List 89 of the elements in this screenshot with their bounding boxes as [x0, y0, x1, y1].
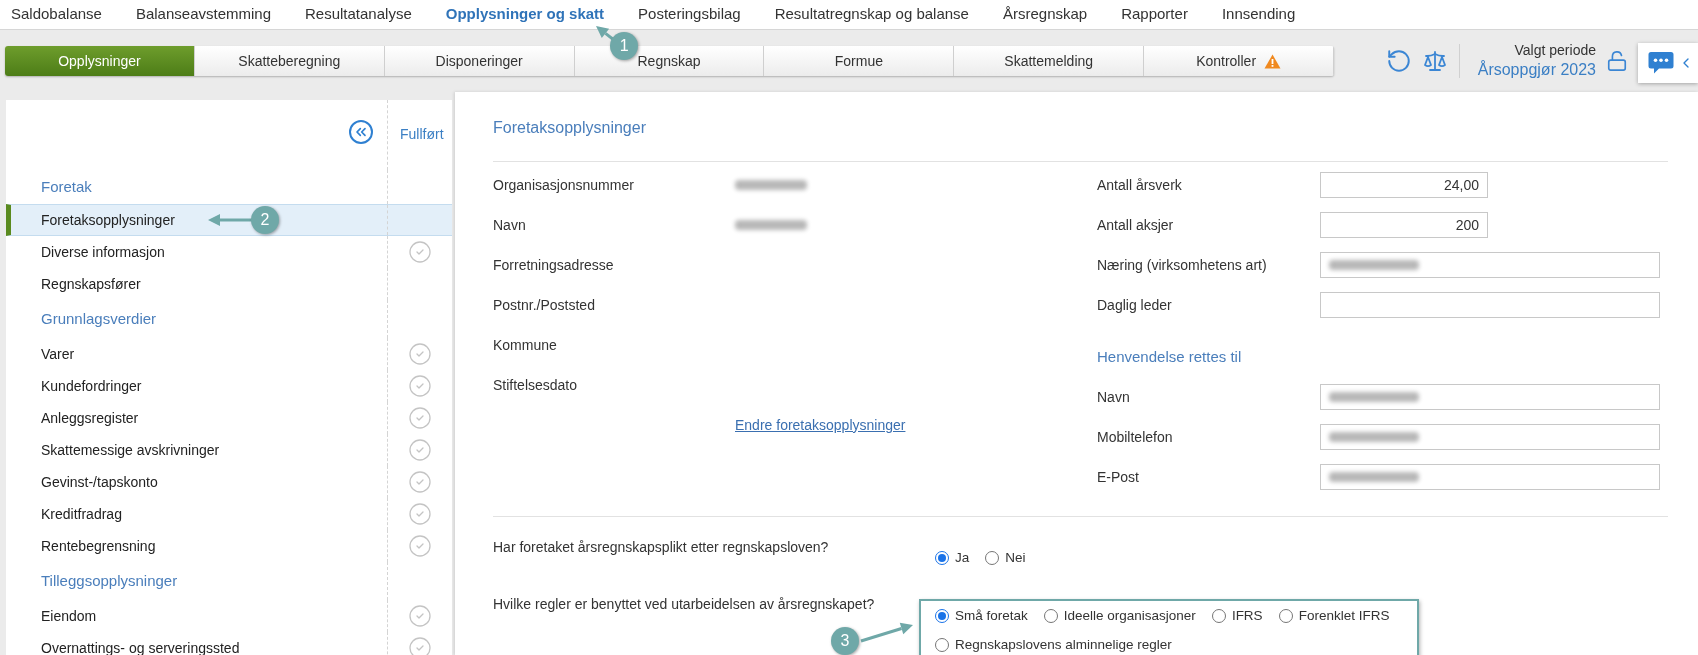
check-circle-icon [408, 502, 432, 526]
input-field[interactable] [1320, 384, 1660, 410]
sidebar-item[interactable]: Kundefordringer [6, 370, 452, 402]
warning-icon [1264, 53, 1282, 69]
input-field[interactable]: 200 [1320, 212, 1488, 238]
chat-panel-tab[interactable] [1638, 43, 1698, 83]
check-circle-icon [408, 534, 432, 558]
check-circle-icon [408, 342, 432, 366]
column-header: Fullført [400, 126, 444, 142]
input-field[interactable] [1320, 464, 1660, 490]
callout-badge: 1 [610, 32, 639, 60]
section-heading: Henvendelse rettes til [1097, 346, 1242, 367]
nav-tab[interactable]: Resultatregnskap og balanse [774, 3, 969, 26]
field-label: Næring (virksomhetens art) [1097, 255, 1268, 275]
sidebar-item[interactable]: Foretaksopplysninger 2 [6, 204, 452, 236]
field-label: Kommune [493, 335, 558, 355]
sidebar-item[interactable]: Gevinst-/tapskonto [6, 466, 452, 498]
unlock-icon[interactable] [1606, 49, 1628, 73]
radio-option[interactable]: Regnskapslovens alminnelige regler [935, 635, 1172, 655]
callout-arrow [596, 26, 615, 42]
sidebar-item[interactable]: Kreditfradrag [6, 498, 452, 530]
input-field[interactable] [1320, 292, 1660, 318]
field-label: Navn [1097, 387, 1131, 407]
sidebar-item[interactable]: Overnattings- og serveringssted [6, 632, 452, 655]
field-label: Postnr./Poststed [493, 295, 596, 315]
nav-tab[interactable]: Saldobalanse [11, 3, 102, 26]
nav-tab[interactable]: Resultatanalyse [305, 3, 412, 26]
check-circle-icon [408, 604, 432, 628]
field-label: Daglig leder [1097, 295, 1173, 315]
nav-tab[interactable]: Posteringsbilag [638, 3, 741, 26]
check-circle-icon [408, 438, 432, 462]
radio-option[interactable]: Forenklet IFRS [1278, 606, 1390, 626]
sidebar-item[interactable]: Varer [6, 338, 452, 370]
field-label: Navn [493, 215, 527, 235]
callout-arrow [860, 622, 913, 643]
nav-tab[interactable]: Balanseavstemming [135, 3, 271, 26]
radio-option[interactable]: Ja [935, 548, 970, 568]
sub-tab[interactable]: Kontroller [1144, 46, 1334, 76]
callout-badge: 2 [251, 206, 279, 234]
input-field[interactable] [1320, 252, 1660, 278]
chat-icon [1648, 51, 1674, 75]
sidebar-item[interactable]: Diverse informasjon [6, 236, 452, 268]
field-label: E-Post [1097, 467, 1140, 487]
check-circle-icon [408, 374, 432, 398]
sidebar-item[interactable]: Eiendom [6, 600, 452, 632]
nav-tab[interactable]: Rapporter [1121, 3, 1188, 26]
edit-link[interactable]: Endre foretaksopplysninger [735, 414, 906, 436]
sub-tab[interactable]: Disponeringer [384, 46, 575, 76]
field-label: Mobiltelefon [1097, 427, 1174, 447]
period-label: Valgt periode [1514, 42, 1596, 60]
nav-tab[interactable]: Opplysninger og skatt [445, 3, 605, 26]
callout-badge: 3 [831, 627, 859, 655]
period-value[interactable]: Årsoppgjør 2023 [1477, 59, 1596, 80]
sub-tab[interactable]: Formue [764, 46, 955, 76]
refresh-icon[interactable] [1386, 48, 1412, 74]
sub-tab[interactable]: Skattemelding [954, 46, 1145, 76]
question-text: Har foretaket årsregnskapsplikt etter regnskapsloven? [493, 538, 830, 557]
field-label: Antall årsverk [1097, 175, 1183, 195]
radio-option[interactable]: Ideelle organisasjoner [1043, 606, 1196, 626]
sub-tab[interactable]: Skatteberegning [194, 46, 385, 76]
section-heading: Foretak [41, 176, 92, 197]
sub-tab[interactable]: Opplysninger [5, 46, 195, 76]
radio-option[interactable]: IFRS [1211, 606, 1263, 626]
nav-tab[interactable]: Innsending [1221, 3, 1296, 26]
radio-option[interactable]: Små foretak [935, 606, 1028, 626]
check-circle-icon [408, 240, 432, 264]
check-circle-icon [408, 470, 432, 494]
callout-arrow [208, 214, 252, 226]
field-label: Antall aksjer [1097, 215, 1175, 235]
field-label: Organisasjonsnummer [493, 175, 635, 195]
sidebar-item[interactable]: Anleggsregister [6, 402, 452, 434]
nav-tab[interactable]: Årsregnskap [1002, 3, 1088, 26]
check-circle-icon [408, 406, 432, 430]
sidebar-item[interactable]: Skattemessige avskrivninger [6, 434, 452, 466]
input-field[interactable]: 24,00 [1320, 172, 1488, 198]
scale-icon[interactable] [1423, 49, 1447, 73]
collapse-button[interactable] [349, 120, 373, 144]
section-heading: Grunnlagsverdier [41, 308, 157, 329]
field-label: Forretningsadresse [493, 255, 615, 275]
section-heading: Tilleggsopplysninger [41, 570, 178, 591]
radio-option[interactable]: Nei [985, 548, 1026, 568]
sidebar-item[interactable]: Regnskapsfører [6, 268, 452, 300]
input-field[interactable] [1320, 424, 1660, 450]
field-label: Stiftelsesdato [493, 375, 579, 395]
sidebar-item[interactable]: Rentebegrensning [6, 530, 452, 562]
question-text: Hvilke regler er benyttet ved utarbeidelsen av årsregnskapet? [493, 595, 876, 614]
blurred-text [735, 180, 807, 190]
blurred-text [735, 220, 807, 230]
form-title: Foretaksopplysninger [493, 118, 647, 138]
